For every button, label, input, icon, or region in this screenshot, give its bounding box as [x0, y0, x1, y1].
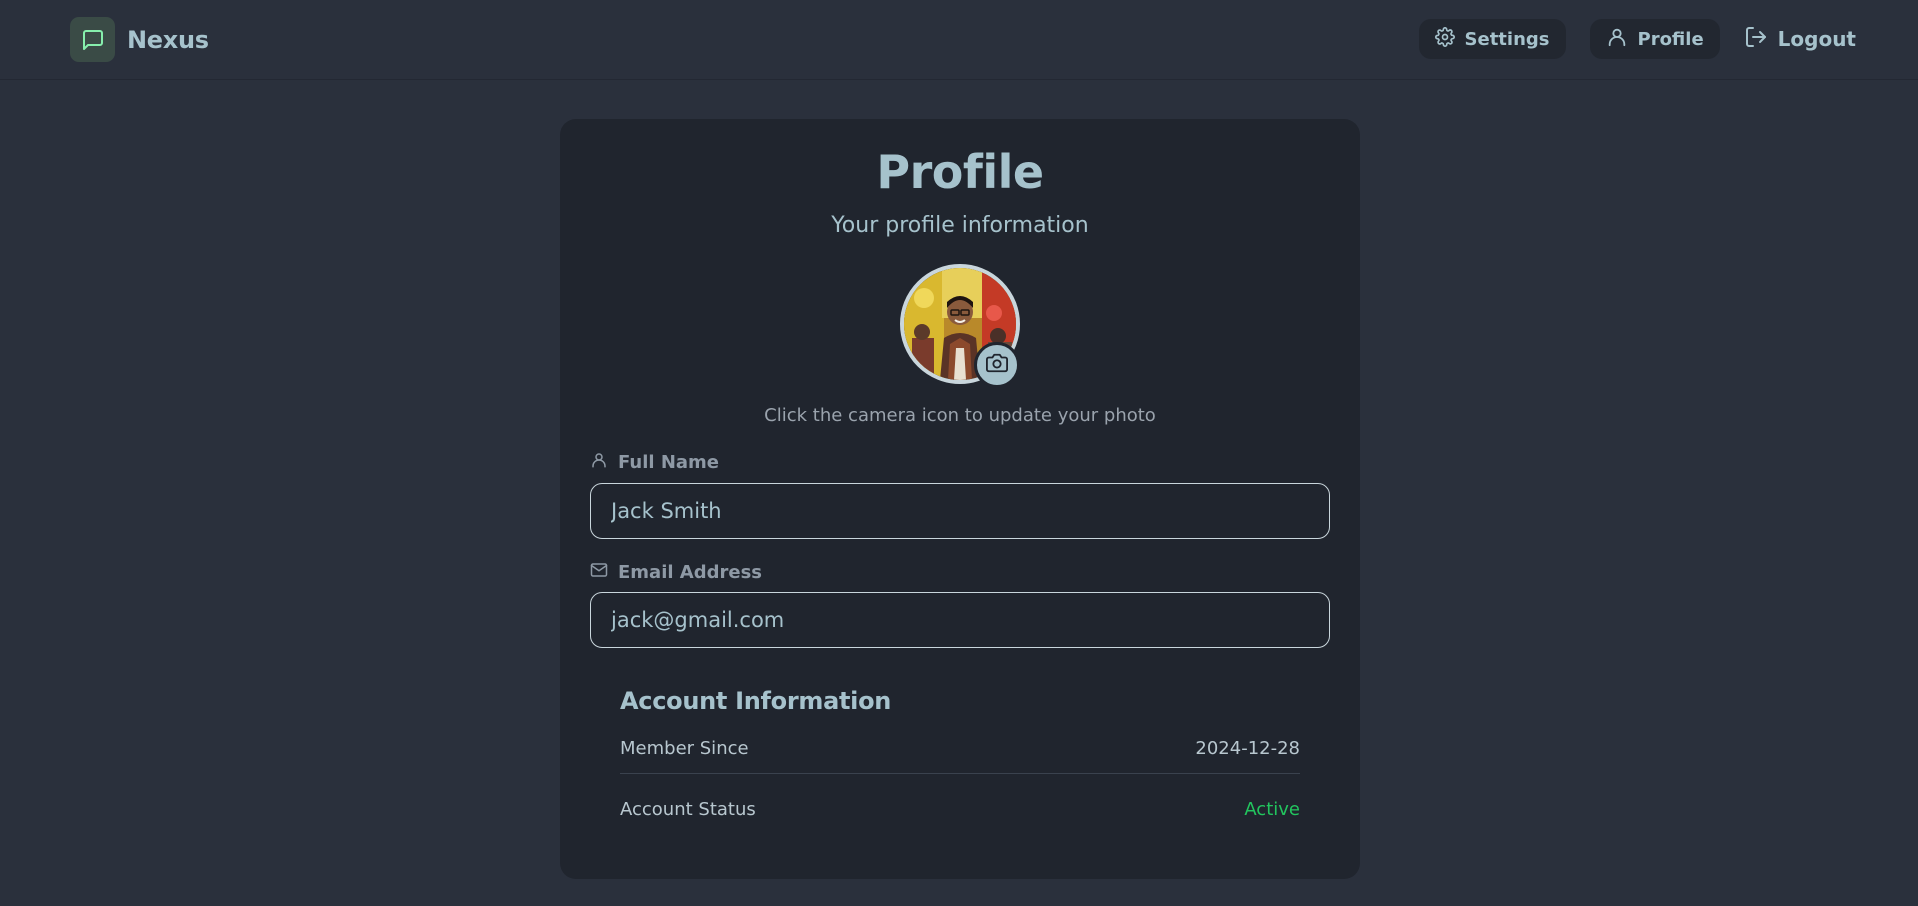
status-badge: Active — [1244, 798, 1300, 820]
top-navbar: Nexus Settings Profile Logout — [0, 0, 1918, 80]
user-icon — [1606, 26, 1628, 53]
full-name-field[interactable] — [590, 483, 1330, 539]
gear-icon — [1434, 26, 1455, 52]
email-label: Email Address — [590, 561, 762, 584]
member-since-row: Member Since 2024-12-28 — [620, 733, 1300, 763]
brand-link[interactable]: Nexus — [70, 17, 209, 62]
profile-card: Profile Your profile information Click t… — [560, 119, 1360, 879]
divider — [620, 773, 1300, 774]
brand-name: Nexus — [127, 25, 209, 54]
logout-icon — [1744, 25, 1768, 54]
profile-button[interactable]: Profile — [1589, 19, 1720, 59]
nav-actions: Settings Profile Logout — [1418, 19, 1856, 59]
account-status-label: Account Status — [620, 798, 756, 820]
photo-hint: Click the camera icon to update your pho… — [764, 405, 1156, 426]
page-title: Profile — [876, 145, 1044, 199]
account-info-title: Account Information — [620, 687, 892, 715]
member-since-value: 2024-12-28 — [1195, 737, 1300, 759]
settings-button[interactable]: Settings — [1418, 19, 1566, 59]
camera-icon — [986, 352, 1008, 378]
profile-label: Profile — [1637, 28, 1704, 50]
mail-icon — [590, 561, 608, 584]
full-name-label: Full Name — [590, 451, 719, 474]
chat-bubble-icon — [70, 17, 115, 62]
member-since-label: Member Since — [620, 737, 749, 759]
change-photo-button[interactable] — [974, 342, 1020, 388]
email-field[interactable] — [590, 592, 1330, 648]
avatar-container — [900, 264, 1020, 388]
settings-label: Settings — [1464, 28, 1550, 50]
user-icon — [590, 451, 608, 474]
logout-label: Logout — [1777, 27, 1856, 51]
page-subtitle: Your profile information — [831, 213, 1089, 238]
full-name-label-text: Full Name — [618, 452, 719, 473]
logout-button[interactable]: Logout — [1744, 19, 1856, 59]
account-status-row: Account Status Active — [620, 794, 1300, 824]
email-label-text: Email Address — [618, 562, 763, 583]
